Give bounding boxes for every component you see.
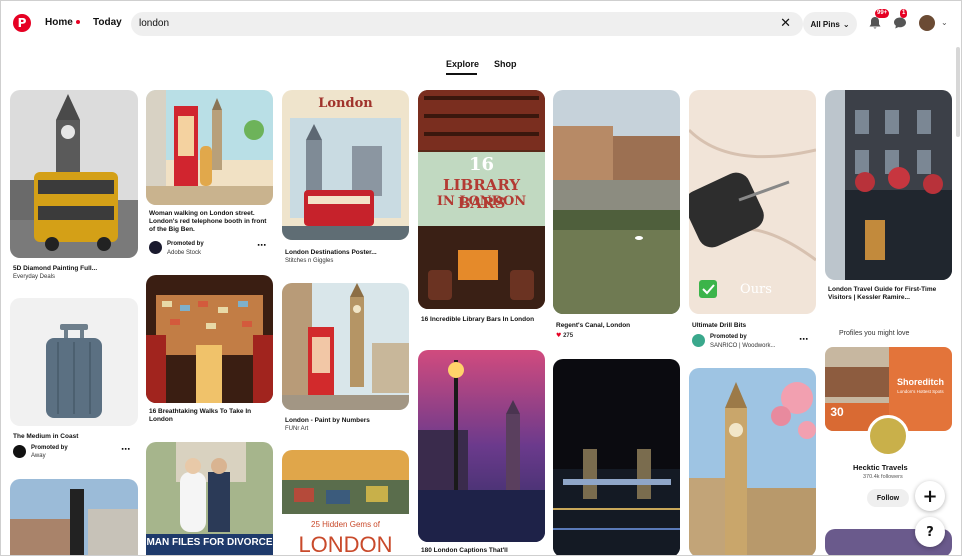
messages-icon[interactable]: 1: [892, 9, 908, 31]
profile-followers: 370.4k followers: [863, 474, 903, 480]
messages-badge: 1: [900, 9, 908, 18]
top-bar: P Home Today london ✕ All Pins ⌄ 99+ 1 ⌄: [1, 1, 961, 45]
pin-overlay-text: MAN FILES FOR DIVORCE: [146, 537, 273, 548]
pin-title[interactable]: The Medium in Coast: [13, 433, 78, 441]
pinterest-window: P Home Today london ✕ All Pins ⌄ 99+ 1 ⌄ …: [0, 0, 962, 556]
tab-shop[interactable]: Shop: [494, 59, 517, 69]
account-chevron-icon[interactable]: ⌄: [941, 18, 948, 27]
notifications-bell-icon[interactable]: 99+: [867, 9, 890, 31]
profiles-heading: Profiles you might love: [839, 330, 910, 337]
pin-title[interactable]: London Travel Guide for First-Time Visit…: [828, 286, 950, 302]
profile-name[interactable]: Hecktic Travels: [853, 463, 908, 472]
collage-text: Shoreditch: [896, 377, 944, 387]
tab-active-underline: [446, 73, 477, 75]
pin-image-tower-bridge-night[interactable]: [553, 359, 680, 555]
pin-image-regents-canal[interactable]: [553, 90, 680, 314]
all-pins-label: All Pins: [810, 19, 840, 29]
home-active-dot: [75, 20, 80, 25]
more-options-icon[interactable]: ⋯: [121, 445, 130, 455]
promoted-label: Promoted by: [31, 445, 68, 451]
pin-title[interactable]: 16 Incredible Library Bars In London: [421, 316, 543, 324]
pin-source[interactable]: Everyday Deals: [13, 274, 55, 280]
pin-image-kessler-pub[interactable]: [825, 90, 952, 280]
pin-image-big-ben-bus[interactable]: [10, 90, 138, 258]
pin-overlay-text: 25 Hidden Gems of: [311, 520, 380, 529]
notifications-badge: 99+: [875, 9, 890, 18]
pin-overlay-text: London: [318, 96, 373, 111]
chevron-down-icon: ⌄: [842, 19, 850, 29]
more-options-icon[interactable]: ⋯: [257, 241, 266, 251]
pin-reactions: ♥ 275: [556, 332, 573, 339]
create-plus-button[interactable]: +: [915, 481, 945, 511]
more-options-icon[interactable]: ⋯: [799, 335, 808, 345]
pin-title[interactable]: Ultimate Drill Bits: [692, 322, 746, 330]
pin-image-paint-by-numbers[interactable]: [282, 283, 409, 410]
pin-title[interactable]: Woman walking on London street. London's…: [149, 210, 274, 234]
tab-explore[interactable]: Explore: [446, 59, 479, 69]
pin-title[interactable]: 180 London Captions That'll: [421, 547, 508, 555]
all-pins-filter[interactable]: All Pins ⌄: [803, 12, 857, 36]
home-nav-link[interactable]: Home: [45, 17, 80, 28]
reaction-count: 275: [563, 333, 574, 339]
pin-title[interactable]: 16 Breathtaking Walks To Take In London: [149, 408, 269, 424]
search-input[interactable]: london: [139, 18, 169, 29]
pin-image-suitcase[interactable]: [10, 298, 138, 426]
advertiser-name[interactable]: Adobe Stock: [167, 250, 201, 256]
pin-source[interactable]: Stitches n Giggles: [285, 258, 333, 264]
heart-icon: ♥: [556, 332, 562, 339]
help-button[interactable]: ?: [915, 517, 945, 547]
pinterest-logo-icon[interactable]: P: [13, 14, 31, 32]
pin-title[interactable]: London Destinations Poster...: [285, 249, 377, 257]
pin-title[interactable]: London - Paint by Numbers: [285, 417, 370, 425]
pin-image-statue[interactable]: [10, 479, 138, 555]
profile-avatar[interactable]: [867, 415, 909, 457]
pin-image-hidden-gems[interactable]: 25 Hidden Gems of LONDON: [282, 450, 409, 556]
pin-overlay-text: LONDON: [298, 532, 393, 556]
collage-subtext: London's Hottest Spots: [897, 389, 944, 394]
collage-number: 30: [830, 405, 844, 419]
advertiser-avatar[interactable]: [692, 334, 705, 347]
follow-button[interactable]: Follow: [867, 489, 909, 507]
pin-image-london-poster[interactable]: London: [282, 90, 409, 240]
advertiser-avatar[interactable]: [149, 241, 162, 254]
pin-image-library-bars[interactable]: 16 LIBRARY BARS IN LONDON: [418, 90, 545, 309]
pin-image-lamp-post-dusk[interactable]: [418, 350, 545, 542]
pin-image-phone-booth-illustration[interactable]: [146, 90, 273, 205]
user-avatar[interactable]: [919, 15, 935, 31]
pin-source[interactable]: FUNr Art: [285, 426, 308, 432]
pin-image-book-ceiling[interactable]: [146, 275, 273, 403]
advertiser-name[interactable]: Away: [31, 453, 46, 459]
pin-title[interactable]: Regent's Canal, London: [556, 322, 630, 330]
pin-title[interactable]: 5D Diamond Painting Full...: [13, 265, 139, 273]
pin-overlay-text: IN LONDON: [436, 194, 527, 209]
search-bar[interactable]: london ✕: [131, 12, 803, 36]
clear-search-icon[interactable]: ✕: [780, 16, 791, 31]
promoted-label: Promoted by: [167, 241, 204, 247]
scrollbar[interactable]: [956, 47, 960, 137]
pin-image-big-ben-blossom[interactable]: [689, 368, 816, 555]
advertiser-name[interactable]: SANRICO | Woodwork...: [710, 343, 775, 349]
promoted-label: Promoted by: [710, 334, 747, 340]
pin-image-drill-tile[interactable]: Ours: [689, 90, 816, 314]
pin-overlay-number: 16: [468, 154, 495, 175]
pin-image-wedding-couple[interactable]: MAN FILES FOR DIVORCE: [146, 442, 273, 555]
advertiser-avatar[interactable]: [13, 445, 26, 458]
today-nav-link[interactable]: Today: [93, 17, 122, 28]
pin-overlay-text: Ours: [740, 282, 772, 297]
